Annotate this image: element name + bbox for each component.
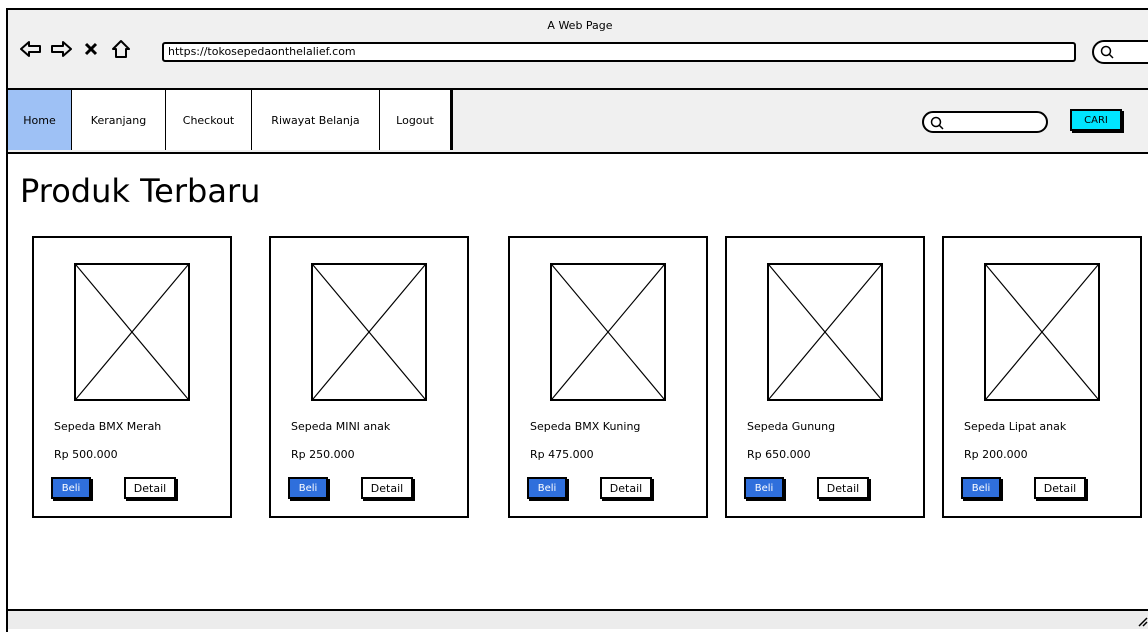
page-title: Produk Terbaru (20, 172, 261, 210)
back-arrow-icon[interactable] (20, 38, 42, 60)
buy-button[interactable]: Beli (961, 477, 1001, 499)
product-card: Sepeda Gunung Rp 650.000 Beli Detail (725, 236, 925, 518)
product-price: Rp 200.000 (964, 448, 1028, 461)
resize-grip-icon[interactable] (1136, 615, 1148, 627)
product-image-placeholder (550, 263, 666, 401)
product-name: Sepeda MINI anak (291, 420, 391, 433)
buy-button[interactable]: Beli (288, 477, 328, 499)
product-price: Rp 475.000 (530, 448, 594, 461)
nav-item-keranjang[interactable]: Keranjang (72, 90, 166, 150)
product-image-placeholder (74, 263, 190, 401)
search-button[interactable]: CARI (1070, 109, 1122, 131)
product-name: Sepeda Gunung (747, 420, 836, 433)
product-price: Rp 500.000 (54, 448, 118, 461)
product-card: Sepeda Lipat anak Rp 200.000 Beli Detail (942, 236, 1142, 518)
close-icon[interactable] (80, 38, 102, 60)
product-price: Rp 250.000 (291, 448, 355, 461)
url-bar[interactable]: https://tokosepedaonthelalief.com (162, 42, 1076, 62)
app-navbar: Home Keranjang Checkout Riwayat Belanja … (8, 90, 1148, 154)
nav-menu: Home Keranjang Checkout Riwayat Belanja … (8, 90, 453, 150)
product-card: Sepeda BMX Merah Rp 500.000 Beli Detail (32, 236, 232, 518)
detail-button[interactable]: Detail (1034, 477, 1086, 499)
browser-titlebar: A Web Page https://tokosepedaonthelalief… (8, 10, 1148, 90)
forward-arrow-icon[interactable] (50, 38, 72, 60)
nav-item-home[interactable]: Home (8, 90, 72, 150)
product-image-placeholder (984, 263, 1100, 401)
search-icon (930, 116, 944, 130)
nav-item-logout[interactable]: Logout (380, 90, 450, 150)
detail-button[interactable]: Detail (600, 477, 652, 499)
product-price: Rp 650.000 (747, 448, 811, 461)
detail-button[interactable]: Detail (817, 477, 869, 499)
browser-search-field[interactable] (1092, 40, 1148, 64)
window-title: A Web Page (547, 19, 613, 32)
browser-status-bar (8, 609, 1148, 629)
detail-button[interactable]: Detail (361, 477, 413, 499)
product-name: Sepeda BMX Merah (54, 420, 162, 433)
buy-button[interactable]: Beli (744, 477, 784, 499)
product-image-placeholder (767, 263, 883, 401)
product-name: Sepeda Lipat anak (964, 420, 1067, 433)
product-image-placeholder (311, 263, 427, 401)
buy-button[interactable]: Beli (527, 477, 567, 499)
nav-item-riwayat-belanja[interactable]: Riwayat Belanja (252, 90, 380, 150)
product-name: Sepeda BMX Kuning (530, 420, 641, 433)
browser-window: A Web Page https://tokosepedaonthelalief… (6, 8, 1148, 632)
browser-nav-controls (20, 38, 132, 60)
product-card: Sepeda BMX Kuning Rp 475.000 Beli Detail (508, 236, 708, 518)
buy-button[interactable]: Beli (51, 477, 91, 499)
nav-item-checkout[interactable]: Checkout (166, 90, 252, 150)
search-icon (1100, 45, 1114, 59)
home-icon[interactable] (110, 38, 132, 60)
detail-button[interactable]: Detail (124, 477, 176, 499)
product-search-input[interactable] (922, 111, 1048, 133)
product-card: Sepeda MINI anak Rp 250.000 Beli Detail (269, 236, 469, 518)
